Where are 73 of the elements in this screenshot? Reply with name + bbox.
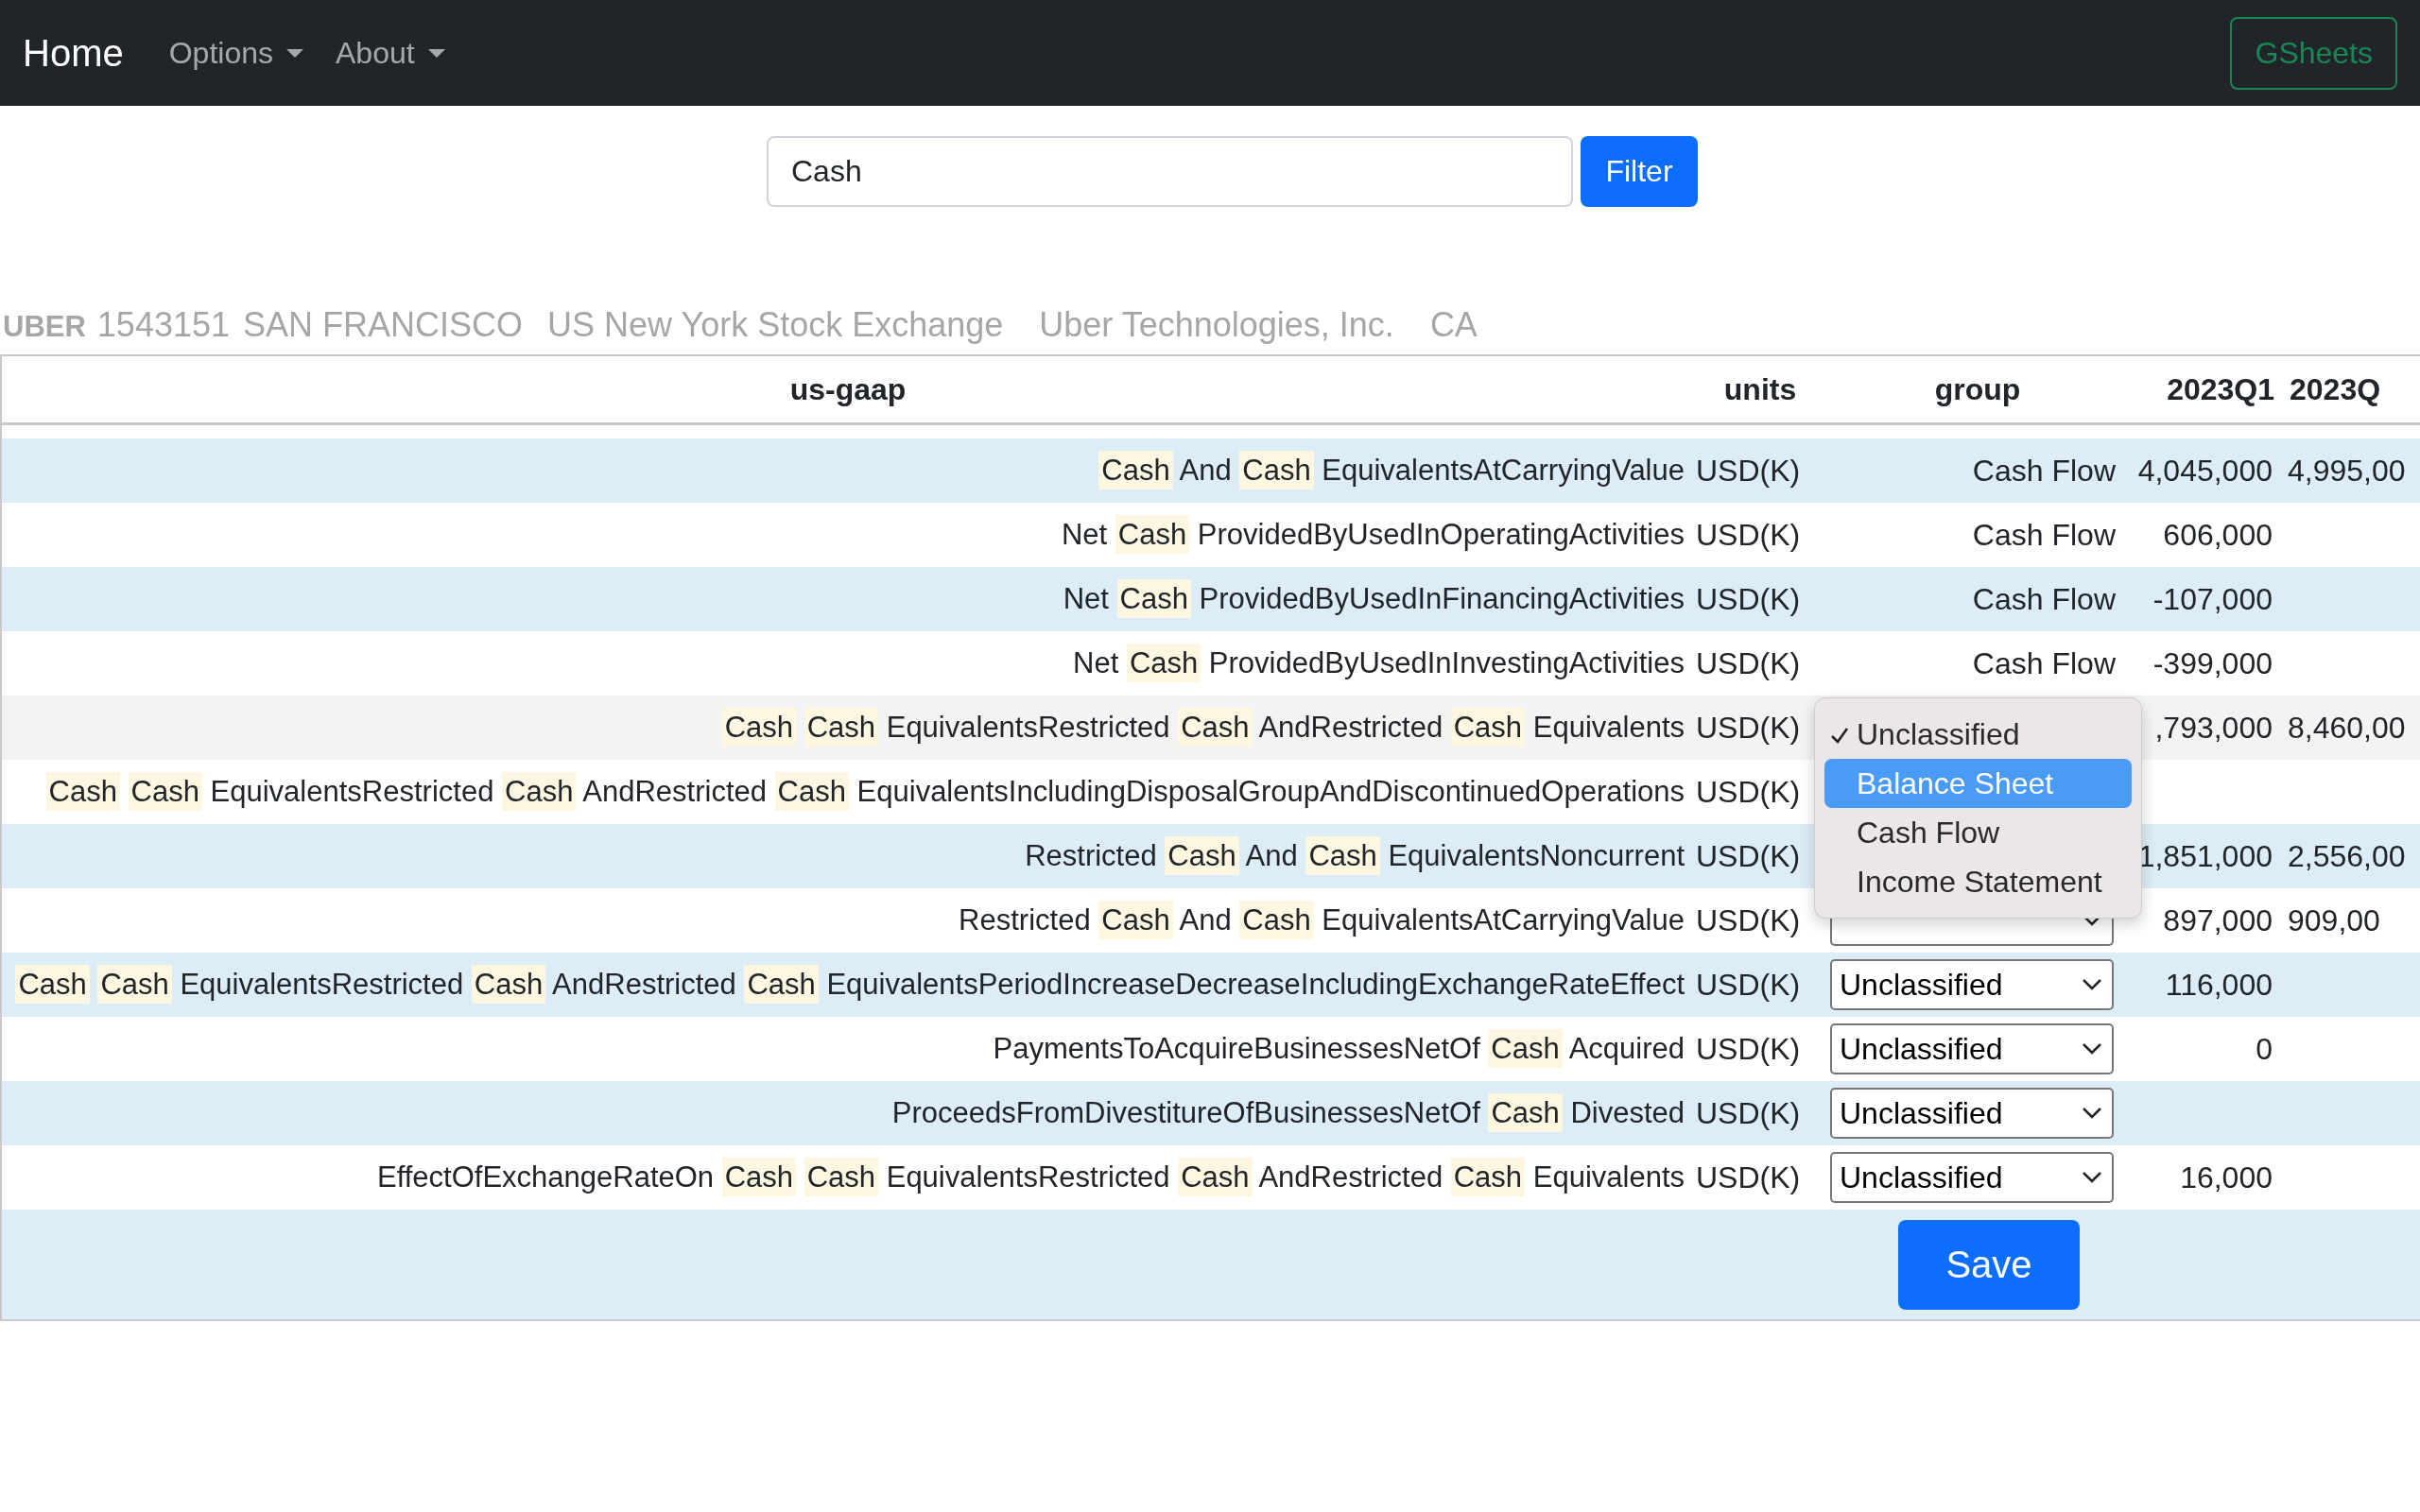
save-button[interactable]: Save xyxy=(1898,1219,2080,1310)
concept-cell: Cash Cash EquivalentsRestricted Cash AndRestricted Cash Equivalents xyxy=(2,706,1694,749)
units-cell-text: USD(K) xyxy=(1695,774,1802,810)
value-cell-text: 2,556,00 xyxy=(2287,838,2407,874)
nav-menu[interactable]: Options xyxy=(168,35,303,71)
value-cell-text: 4,045,000 xyxy=(2136,453,2273,489)
concept-cell: Net Cash ProvidedByUsedInFinancingActivities xyxy=(2,577,1694,621)
menu-option[interactable]: Cash Flow xyxy=(1824,808,2132,857)
caret-icon xyxy=(286,48,303,58)
group-select[interactable]: Unclassified xyxy=(1830,1023,2114,1074)
column-header: us-gaap xyxy=(788,371,908,407)
company-name: Uber Technologies, Inc. xyxy=(1039,305,1394,345)
value-cell-text: 8,460,00 xyxy=(2287,710,2407,746)
units-cell-text: USD(K) xyxy=(1695,1095,1802,1131)
units-cell-text: USD(K) xyxy=(1695,517,1802,553)
value-cell-text: -107,000 xyxy=(2152,581,2273,617)
caret-icon xyxy=(427,48,445,58)
units-cell-text: USD(K) xyxy=(1695,581,1802,617)
concept-cell: EffectOfExchangeRateOn Cash Cash EquivalentsRestricted Cash AndRestricted Cash Equivalents xyxy=(2,1156,1694,1199)
state-label: CA xyxy=(1429,305,1478,345)
cik-label: 1543151 xyxy=(96,305,230,345)
exchange-label: US New York Stock Exchange xyxy=(547,305,1004,345)
chevron-icon xyxy=(2082,1107,2102,1120)
units-cell-text: USD(K) xyxy=(1695,1160,1802,1195)
concept-cell: Net Cash ProvidedByUsedInOperatingActivities xyxy=(2,513,1694,557)
concept-cell: Cash Cash EquivalentsRestricted Cash AndRestricted Cash EquivalentsIncludingDisposalGroupAndDiscontinuedOperations xyxy=(2,770,1694,814)
value-cell-text: 4,995,00 xyxy=(2287,453,2407,489)
group-cell: Cash Flow xyxy=(1972,517,2116,553)
units-cell-text: USD(K) xyxy=(1695,710,1802,746)
units-cell-text: USD(K) xyxy=(1695,902,1802,938)
value-cell-text: -399,000 xyxy=(2152,645,2273,681)
concept-cell: Restricted Cash And Cash EquivalentsAtCarryingValue xyxy=(2,899,1694,942)
chevron-icon xyxy=(2082,1171,2102,1184)
units-cell-text: USD(K) xyxy=(1695,838,1802,874)
value-cell-text: 606,000 xyxy=(2162,517,2273,553)
units-cell-text: USD(K) xyxy=(1695,967,1802,1003)
value-cell-text: 116,000 xyxy=(2164,967,2273,1003)
column-header: 2023Q1 xyxy=(2166,371,2275,407)
value-cell-text: 16,000 xyxy=(2179,1160,2273,1195)
value-cell-text: ,793,000 xyxy=(2153,710,2273,746)
chevron-icon xyxy=(2082,1042,2102,1056)
filter-button[interactable]: Filter xyxy=(1581,136,1698,207)
nav-menu[interactable]: About xyxy=(336,35,445,71)
column-header: 2023Q xyxy=(2289,371,2382,407)
home-link[interactable]: Home xyxy=(23,31,124,75)
group-select[interactable]: Unclassified xyxy=(1830,1152,2114,1203)
group-select[interactable]: Unclassified xyxy=(1830,959,2114,1010)
group-select[interactable]: Unclassified xyxy=(1830,1088,2114,1139)
value-cell-text: 909,00 xyxy=(2287,902,2381,938)
group-cell: Cash Flow xyxy=(1972,645,2116,681)
checkmark-icon xyxy=(1830,726,1849,745)
group-cell: Cash Flow xyxy=(1972,581,2116,617)
concept-cell: PaymentsToAcquireBusinessesNetOf Cash Acquired xyxy=(2,1027,1694,1071)
units-cell-text: USD(K) xyxy=(1695,453,1802,489)
value-cell-text: 897,000 xyxy=(2162,902,2273,938)
chevron-icon xyxy=(2082,978,2102,991)
city-label: SAN FRANCISCO xyxy=(243,305,524,345)
column-header: group xyxy=(1933,371,2022,407)
menu-option[interactable]: Unclassified xyxy=(1824,710,2132,759)
concept-cell: Cash Cash EquivalentsRestricted Cash AndRestricted Cash EquivalentsPeriodIncreaseDecreaseIncludingExchangeRateEffect xyxy=(2,963,1694,1006)
filter-field[interactable]: Cash xyxy=(767,136,1573,207)
group-cell: Cash Flow xyxy=(1972,453,2116,489)
concept-cell: ProceedsFromDivestitureOfBusinessesNetOf Cash Divested xyxy=(2,1091,1694,1135)
value-cell-text: 0 xyxy=(2255,1031,2273,1067)
ticker-label: UBER xyxy=(3,310,86,344)
concept-cell: Net Cash ProvidedByUsedInInvestingActivities xyxy=(2,642,1694,685)
units-cell-text: USD(K) xyxy=(1695,1031,1802,1067)
menu-option[interactable]: Income Statement xyxy=(1824,857,2132,906)
units-cell-text: USD(K) xyxy=(1695,645,1802,681)
concept-cell: Restricted Cash And Cash EquivalentsNoncurrent xyxy=(2,834,1694,878)
concept-cell: Cash And Cash EquivalentsAtCarryingValue xyxy=(2,449,1694,492)
value-cell-text: 1,851,000 xyxy=(2136,838,2273,874)
column-header: units xyxy=(1722,371,1798,407)
